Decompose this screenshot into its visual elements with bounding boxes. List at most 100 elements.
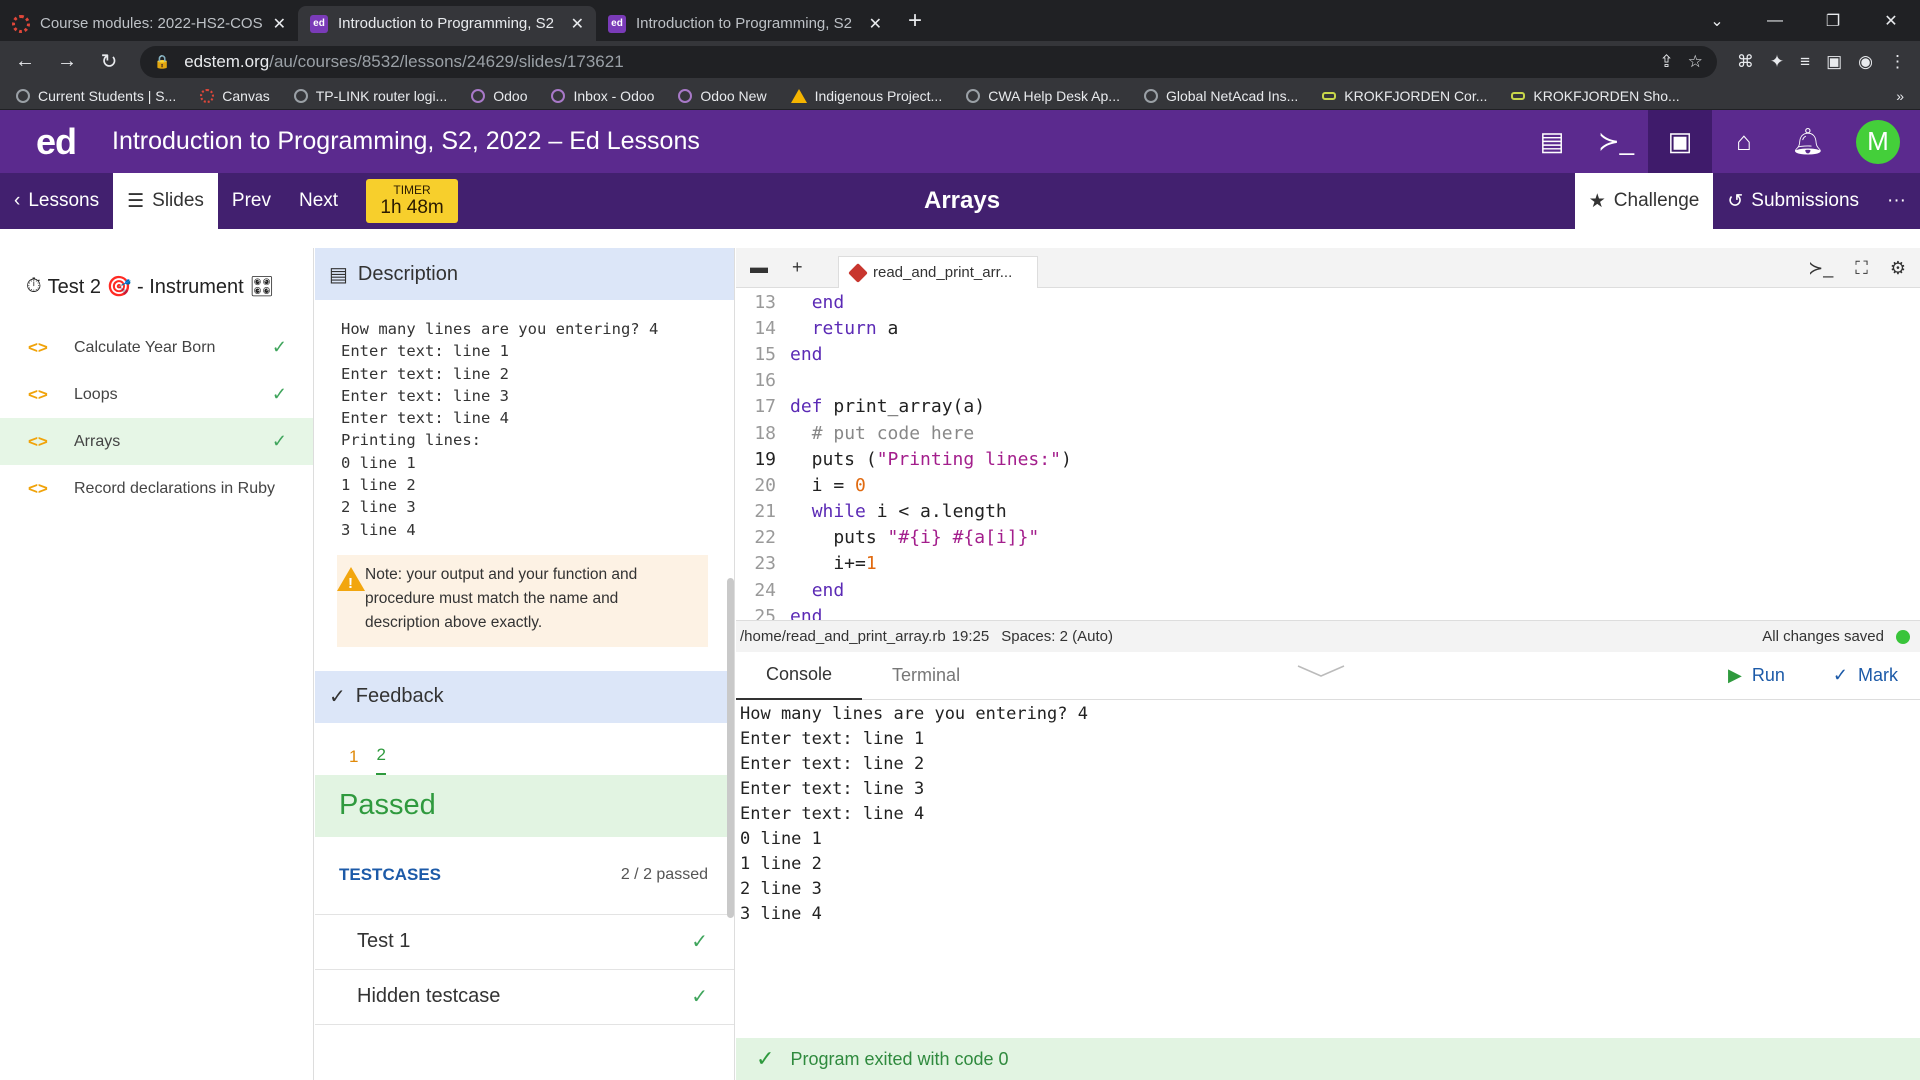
minimize-button[interactable]: — xyxy=(1746,12,1804,30)
browser-tab-ed-active[interactable]: ed Introduction to Programming, S2 ✕ xyxy=(298,6,596,41)
fullscreen-icon[interactable]: ⛶ xyxy=(1855,258,1868,279)
code-line[interactable]: 18 # put code here xyxy=(740,420,1916,446)
scrollbar[interactable] xyxy=(727,578,734,918)
forward-arrow-icon[interactable]: → xyxy=(56,50,78,73)
bookmark-item[interactable]: CWA Help Desk Ap... xyxy=(966,88,1120,104)
restore-button[interactable]: ❐ xyxy=(1804,11,1862,31)
url-bar[interactable]: 🔒 edstem.org/au/courses/8532/lessons/246… xyxy=(140,45,1717,78)
next-button[interactable]: Next xyxy=(285,173,352,229)
code-line[interactable]: 15 end xyxy=(740,341,1916,367)
code-line[interactable]: 20 i = 0 xyxy=(740,472,1916,498)
bookmark-item[interactable]: Global NetAcad Ins... xyxy=(1143,88,1298,104)
code-line[interactable]: 14 return a xyxy=(740,315,1916,341)
testcase-row[interactable]: Test 1 ✓ xyxy=(315,915,734,970)
chevron-left-icon: ‹ xyxy=(14,190,21,211)
lock-icon[interactable]: 🔒 xyxy=(154,54,170,70)
terminal-icon[interactable]: ≻_ xyxy=(1808,258,1833,279)
lessons-back-button[interactable]: ‹ Lessons xyxy=(0,173,113,229)
discussion-icon[interactable]: ▤ xyxy=(1520,110,1584,173)
code-line[interactable]: 19 puts ("Printing lines:") xyxy=(740,446,1916,472)
bookmark-item[interactable]: KROKFJORDEN Sho... xyxy=(1511,88,1680,104)
code-line[interactable]: 16 xyxy=(740,368,1916,394)
sidebar-item-calculate-year-born[interactable]: <> Calculate Year Born ✓ xyxy=(0,324,313,371)
code-line[interactable]: 17 def print_array(a) xyxy=(740,394,1916,420)
file-tab-label: read_and_print_arr... xyxy=(873,264,1013,281)
feedback-header[interactable]: ✓ Feedback xyxy=(315,670,734,723)
feedback-tab-1[interactable]: 1 xyxy=(349,747,358,775)
tab-console[interactable]: Console xyxy=(736,652,863,700)
run-button[interactable]: ▶ Run xyxy=(1728,665,1785,686)
extensions-puzzle-icon[interactable]: ✦ xyxy=(1770,52,1784,72)
chevron-down-icon[interactable] xyxy=(1296,664,1346,678)
bookmark-item[interactable]: Inbox - Odoo xyxy=(551,88,654,104)
code-line[interactable]: 22 puts "#{i} #{a[i]}" xyxy=(740,525,1916,551)
bookmark-item[interactable]: Current Students | S... xyxy=(16,88,176,104)
sidebar-item-label: Loops xyxy=(74,385,118,403)
translate-icon[interactable]: ⌘ xyxy=(1737,52,1754,72)
sidebar-item-arrays[interactable]: <> Arrays ✓ xyxy=(0,418,313,465)
more-bookmarks-icon[interactable]: » xyxy=(1896,88,1904,104)
lessons-book-icon[interactable]: ▣ xyxy=(1648,110,1712,173)
challenge-tab[interactable]: ★ Challenge xyxy=(1574,173,1714,229)
code-editor[interactable]: 13 end 14 return a 15 end 16 17 def print_arra… xyxy=(740,289,1916,620)
code-line[interactable]: 23 i+=1 xyxy=(740,551,1916,577)
prev-button[interactable]: Prev xyxy=(218,173,285,229)
file-tab[interactable]: read_and_print_arr... xyxy=(838,256,1038,288)
bookmark-item[interactable]: Indigenous Project... xyxy=(790,88,942,104)
side-panel-icon[interactable]: ▣ xyxy=(1826,52,1842,72)
saved-indicator-icon xyxy=(1896,629,1910,644)
share-icon[interactable]: ⇪ xyxy=(1659,52,1673,72)
gear-icon[interactable]: ⚙ xyxy=(1890,258,1906,279)
new-tab-button[interactable]: + xyxy=(908,7,922,35)
bell-icon[interactable]: 🔔︎ xyxy=(1776,110,1840,173)
tab-search-icon[interactable]: ⌄ xyxy=(1688,11,1746,31)
slides-button[interactable]: ☰ Slides xyxy=(113,173,218,229)
status-spaces[interactable]: Spaces: 2 (Auto) xyxy=(1001,628,1113,645)
lesson-subnav: ‹ Lessons ☰ Slides Prev Next TIMER 1h 48m … xyxy=(0,173,1920,229)
add-file-icon[interactable]: + xyxy=(792,257,803,278)
ed-logo[interactable]: ed xyxy=(36,121,112,163)
home-icon[interactable]: ⌂ xyxy=(1712,110,1776,173)
slide-title: Arrays xyxy=(924,187,1001,214)
workspace-panel: ▬ + read_and_print_arr... ≻_ ⛶ ⚙ 13 end 1… xyxy=(736,248,1920,1080)
bookmarks-bar: Current Students | S... Canvas TP-LINK r… xyxy=(0,82,1920,110)
line-number: 24 xyxy=(754,579,776,601)
close-window-button[interactable]: ✕ xyxy=(1862,11,1920,31)
code-line[interactable]: 25 end xyxy=(740,603,1916,620)
subnav-right: ★ Challenge ↺ Submissions ··· xyxy=(1574,173,1920,229)
close-tab-icon[interactable]: ✕ xyxy=(273,14,286,34)
code-line[interactable]: 13 end xyxy=(740,289,1916,315)
note-text: Note: your output and your function and … xyxy=(365,565,638,631)
submissions-tab[interactable]: ↺ Submissions xyxy=(1713,173,1873,229)
menu-kebab-icon[interactable]: ⋮ xyxy=(1889,52,1906,72)
bookmark-item[interactable]: Odoo New xyxy=(678,88,767,104)
back-arrow-icon[interactable]: ← xyxy=(14,50,36,73)
description-header[interactable]: ▤ Description xyxy=(315,248,734,300)
bookmark-item[interactable]: Odoo xyxy=(471,88,527,104)
code-line[interactable]: 21 while i < a.length xyxy=(740,499,1916,525)
avatar[interactable]: M xyxy=(1856,119,1900,164)
globe-icon xyxy=(966,88,981,103)
bookmark-item[interactable]: KROKFJORDEN Cor... xyxy=(1322,88,1487,104)
reading-list-icon[interactable]: ≡ xyxy=(1800,52,1810,72)
sidebar-item-record-declarations[interactable]: <> Record declarations in Ruby xyxy=(0,465,313,512)
reload-icon[interactable]: ↻ xyxy=(98,49,120,74)
browser-tab-ed[interactable]: ed Introduction to Programming, S2 ✕ xyxy=(596,6,894,41)
more-options-button[interactable]: ··· xyxy=(1873,173,1920,229)
testcase-name: Hidden testcase xyxy=(357,985,501,1008)
profile-icon[interactable]: ◉ xyxy=(1858,52,1873,72)
code-line[interactable]: 24 end xyxy=(740,577,1916,603)
feedback-tab-2[interactable]: 2 xyxy=(376,745,386,775)
files-icon[interactable]: ▬ xyxy=(750,257,768,278)
terminal-icon[interactable]: ≻_ xyxy=(1584,110,1648,173)
bookmark-item[interactable]: Canvas xyxy=(200,88,270,104)
testcase-row[interactable]: Hidden testcase ✓ xyxy=(315,970,734,1025)
close-tab-icon[interactable]: ✕ xyxy=(869,14,882,34)
close-tab-icon[interactable]: ✕ xyxy=(571,14,584,34)
tab-terminal[interactable]: Terminal xyxy=(862,652,990,700)
bookmark-star-icon[interactable]: ☆ xyxy=(1688,52,1703,72)
sidebar-item-loops[interactable]: <> Loops ✓ xyxy=(0,371,313,418)
bookmark-item[interactable]: TP-LINK router logi... xyxy=(293,88,447,104)
browser-tab-course-modules[interactable]: Course modules: 2022-HS2-COS ✕ xyxy=(0,6,298,41)
mark-button[interactable]: ✓ Mark xyxy=(1833,665,1898,686)
